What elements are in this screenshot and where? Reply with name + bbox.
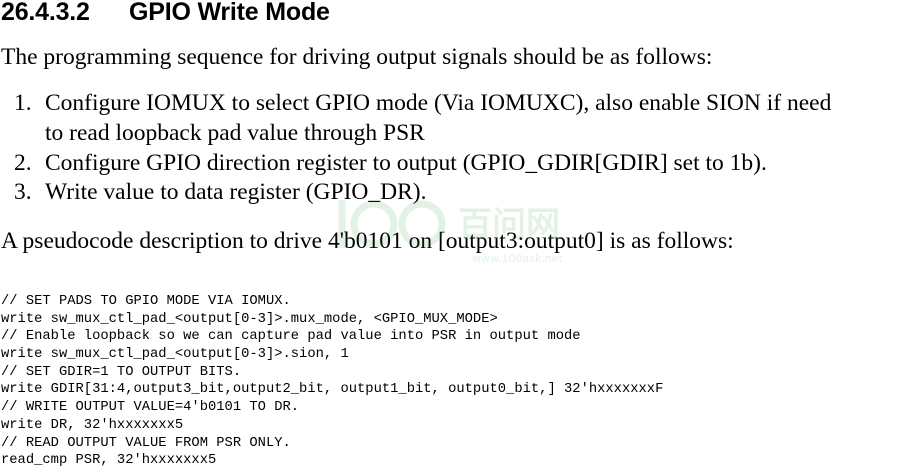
code-line: // SET PADS TO GPIO MODE VIA IOMUX.: [1, 294, 291, 309]
code-line: write sw_mux_ctl_pad_<output[0-3]>.mux_m…: [1, 311, 498, 327]
code-line: write sw_mux_ctl_pad_<output[0-3]>.sion,…: [1, 347, 349, 363]
list-item-number: 3.: [14, 179, 32, 205]
list-item-number: 1.: [14, 90, 32, 116]
code-block: // SET PADS TO GPIO MODE VIA IOMUX. write…: [1, 293, 663, 470]
intro-paragraph: The programming sequence for driving out…: [1, 44, 713, 70]
list-item: 3. Write value to data register (GPIO_DR)…: [14, 177, 426, 207]
section-number: 26.4.3.2: [1, 0, 90, 26]
list-item-text: Configure IOMUX to select GPIO mode (Via…: [45, 90, 832, 116]
list-item-number: 2.: [14, 150, 32, 176]
list-item-text: Configure GPIO direction register to out…: [45, 150, 767, 176]
code-line: write GDIR[31:4,output3_bit,output2_bit,…: [1, 382, 664, 398]
document-page: 26.4.3.2 GPIO Write Mode The programming …: [0, 0, 918, 471]
code-line: // WRITE OUTPUT VALUE=4'b0101 TO DR.: [1, 400, 300, 416]
code-line: // Enable loopback so we can capture pad…: [1, 329, 581, 345]
section-heading: 26.4.3.2 GPIO Write Mode: [1, 0, 330, 26]
list-item-text: Write value to data register (GPIO_DR).: [45, 179, 427, 205]
code-line: write DR, 32'hxxxxxxx5: [1, 417, 184, 433]
code-line: // READ OUTPUT VALUE FROM PSR ONLY.: [1, 435, 291, 451]
list-item: 2. Configure GPIO direction register to o…: [14, 148, 767, 178]
list-item-text-continued: to read loopback pad value through PSR: [45, 120, 425, 146]
pseudocode-intro: A pseudocode description to drive 4'b010…: [1, 228, 734, 254]
list-item: 1. Configure IOMUX to select GPIO mode (V…: [14, 88, 832, 146]
code-line: // SET GDIR=1 TO OUTPUT BITS.: [1, 364, 242, 380]
code-line: read_cmp PSR, 32'hxxxxxxx5: [1, 453, 217, 469]
section-title: GPIO Write Mode: [129, 0, 330, 26]
